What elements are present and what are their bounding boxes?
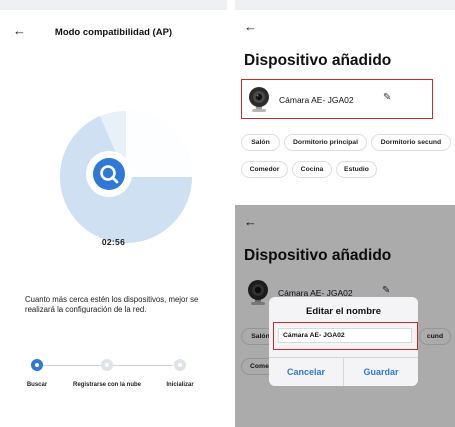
countdown-timer: 02:56 [101,237,126,247]
page-title: Modo compatibilidad (AP) [54,27,173,38]
edit-name-dialog: Editar el nombre Cancelar Guardar [269,297,418,386]
room-chip[interactable]: Salón [241,134,280,151]
step-cloud-icon [101,359,113,371]
status-bar [235,0,455,10]
page-title: Dispositivo añadido [244,52,392,69]
status-bar [0,0,227,10]
arrow-left-icon[interactable]: ← [244,20,257,33]
device-name-input[interactable] [278,328,412,343]
step-label-search: Buscar [26,382,48,388]
device-row[interactable]: Cámara AE- JGA02 ✎ [241,79,433,119]
step-connector [113,365,173,366]
dialog-title: Editar el nombre [306,306,381,317]
camera-icon [249,87,269,112]
step-label-cloud: Registrarse con la nube [72,382,142,388]
room-chips: Salón Dormitorio principal Dormitorio se… [241,134,455,184]
step-init-icon [174,359,186,371]
room-chip[interactable]: Dormitorio secund [371,134,451,151]
step-label-init: Inicializar [166,382,194,388]
step-connector [42,365,102,366]
room-chip[interactable]: Dormitorio principal [284,134,367,151]
device-name: Cámara AE- JGA02 [279,95,354,105]
room-chip[interactable]: Comedor [241,161,288,178]
save-button[interactable]: Guardar [344,358,418,386]
edit-name-screen: ← Dispositivo añadido Cámara AE- JGA02 ✎… [235,205,455,427]
room-chip[interactable]: Estudio [336,161,377,178]
step-search-icon [31,359,43,371]
pencil-icon[interactable]: ✎ [383,92,391,103]
cancel-button[interactable]: Cancelar [269,358,343,386]
room-chip[interactable]: Cocina [292,161,332,178]
compatibility-mode-screen: ← Modo compatibilidad (AP) 02:56 Cuanto … [0,0,227,427]
device-added-screen: ← Dispositivo añadido Cámara AE- JGA02 ✎… [235,0,455,200]
radar-search-icon [60,111,192,243]
input-highlight [273,322,418,350]
proximity-hint: Cuanto más cerca estén los dispositivos,… [25,295,199,313]
